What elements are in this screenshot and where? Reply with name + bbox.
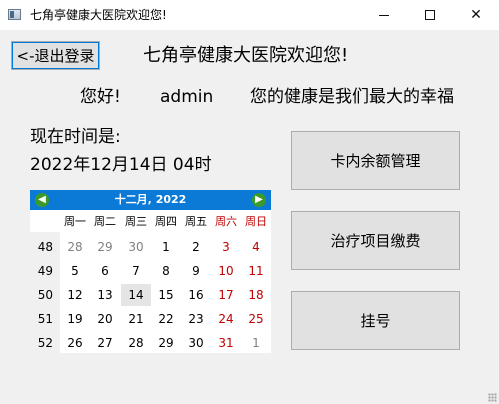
calendar-day[interactable]: 1 xyxy=(151,236,181,258)
register-button[interactable]: 挂号 xyxy=(291,291,460,350)
app-window-icon xyxy=(8,9,21,20)
minimize-icon xyxy=(379,14,389,16)
calendar-day[interactable]: 7 xyxy=(121,260,151,282)
calendar-day[interactable]: 15 xyxy=(151,284,181,306)
calendar-day[interactable]: 29 xyxy=(151,332,181,354)
month-calendar[interactable]: ◀ 十二月, 2022 ▶ 周一 周二 周三 周四 周五 周六 周日 48 28 29 30 1 2 3… xyxy=(30,190,271,353)
calendar-day[interactable]: 12 xyxy=(60,284,90,306)
username-label: admin xyxy=(160,87,214,107)
calendar-day[interactable]: 30 xyxy=(121,236,151,258)
weekday-header: 周三 xyxy=(125,215,147,228)
calendar-day[interactable]: 23 xyxy=(181,308,211,330)
week-number: 50 xyxy=(37,288,53,302)
weekday-header: 周六 xyxy=(215,215,237,228)
week-number: 49 xyxy=(37,264,53,278)
week-number: 48 xyxy=(37,240,53,254)
maximize-icon xyxy=(425,10,435,20)
calendar-day[interactable]: 19 xyxy=(60,308,90,330)
title-bar: 七角亭健康大医院欢迎您! ✕ xyxy=(0,0,499,30)
slogan-label: 您的健康是我们最大的幸福 xyxy=(250,87,454,107)
calendar-day[interactable]: 1 xyxy=(241,332,271,354)
logout-button[interactable]: <-退出登录 xyxy=(11,41,100,70)
calendar-day[interactable]: 16 xyxy=(181,284,211,306)
treatment-payment-button[interactable]: 治疗项目缴费 xyxy=(291,211,460,270)
calendar-day[interactable]: 3 xyxy=(211,236,241,258)
calendar-day[interactable]: 5 xyxy=(60,260,90,282)
current-time-label: 现在时间是: xyxy=(30,127,121,147)
calendar-day[interactable]: 9 xyxy=(181,260,211,282)
current-time-value: 2022年12月14日 04时 xyxy=(30,155,212,175)
calendar-day[interactable]: 11 xyxy=(241,260,271,282)
calendar-day[interactable]: 31 xyxy=(211,332,241,354)
weekday-header: 周日 xyxy=(245,215,267,228)
calendar-day[interactable]: 20 xyxy=(90,308,120,330)
calendar-day[interactable]: 18 xyxy=(241,284,271,306)
weekday-header: 周五 xyxy=(185,215,207,228)
calendar-day[interactable]: 17 xyxy=(211,284,241,306)
weekday-header: 周二 xyxy=(94,215,116,228)
calendar-day[interactable]: 21 xyxy=(121,308,151,330)
maximize-button[interactable] xyxy=(407,0,453,30)
calendar-day[interactable]: 14 xyxy=(121,284,151,306)
calendar-day[interactable]: 24 xyxy=(211,308,241,330)
week-number: 52 xyxy=(37,336,53,350)
calendar-day[interactable]: 27 xyxy=(90,332,120,354)
minimize-button[interactable] xyxy=(361,0,407,30)
resize-grip-icon[interactable] xyxy=(488,393,497,402)
calendar-day[interactable]: 13 xyxy=(90,284,120,306)
week-number: 51 xyxy=(37,312,53,326)
greeting-label: 您好! xyxy=(80,87,121,107)
calendar-day[interactable]: 26 xyxy=(60,332,90,354)
calendar-day[interactable]: 6 xyxy=(90,260,120,282)
calendar-day[interactable]: 28 xyxy=(121,332,151,354)
close-icon: ✕ xyxy=(470,7,482,23)
calendar-day[interactable]: 28 xyxy=(60,236,90,258)
close-button[interactable]: ✕ xyxy=(453,0,499,30)
next-month-icon[interactable]: ▶ xyxy=(252,193,266,207)
weekday-header: 周一 xyxy=(64,215,86,228)
weekday-header: 周四 xyxy=(155,215,177,228)
calendar-day[interactable]: 10 xyxy=(211,260,241,282)
calendar-day[interactable]: 8 xyxy=(151,260,181,282)
calendar-day[interactable]: 29 xyxy=(90,236,120,258)
calendar-day[interactable]: 30 xyxy=(181,332,211,354)
card-balance-button[interactable]: 卡内余额管理 xyxy=(291,131,460,190)
calendar-header: ◀ 十二月, 2022 ▶ xyxy=(30,190,271,210)
calendar-day[interactable]: 22 xyxy=(151,308,181,330)
welcome-title: 七角亭健康大医院欢迎您! xyxy=(143,45,349,66)
calendar-day[interactable]: 4 xyxy=(241,236,271,258)
window-title: 七角亭健康大医院欢迎您! xyxy=(30,8,167,22)
calendar-month-title[interactable]: 十二月, 2022 xyxy=(30,192,271,208)
calendar-day[interactable]: 2 xyxy=(181,236,211,258)
calendar-day[interactable]: 25 xyxy=(241,308,271,330)
